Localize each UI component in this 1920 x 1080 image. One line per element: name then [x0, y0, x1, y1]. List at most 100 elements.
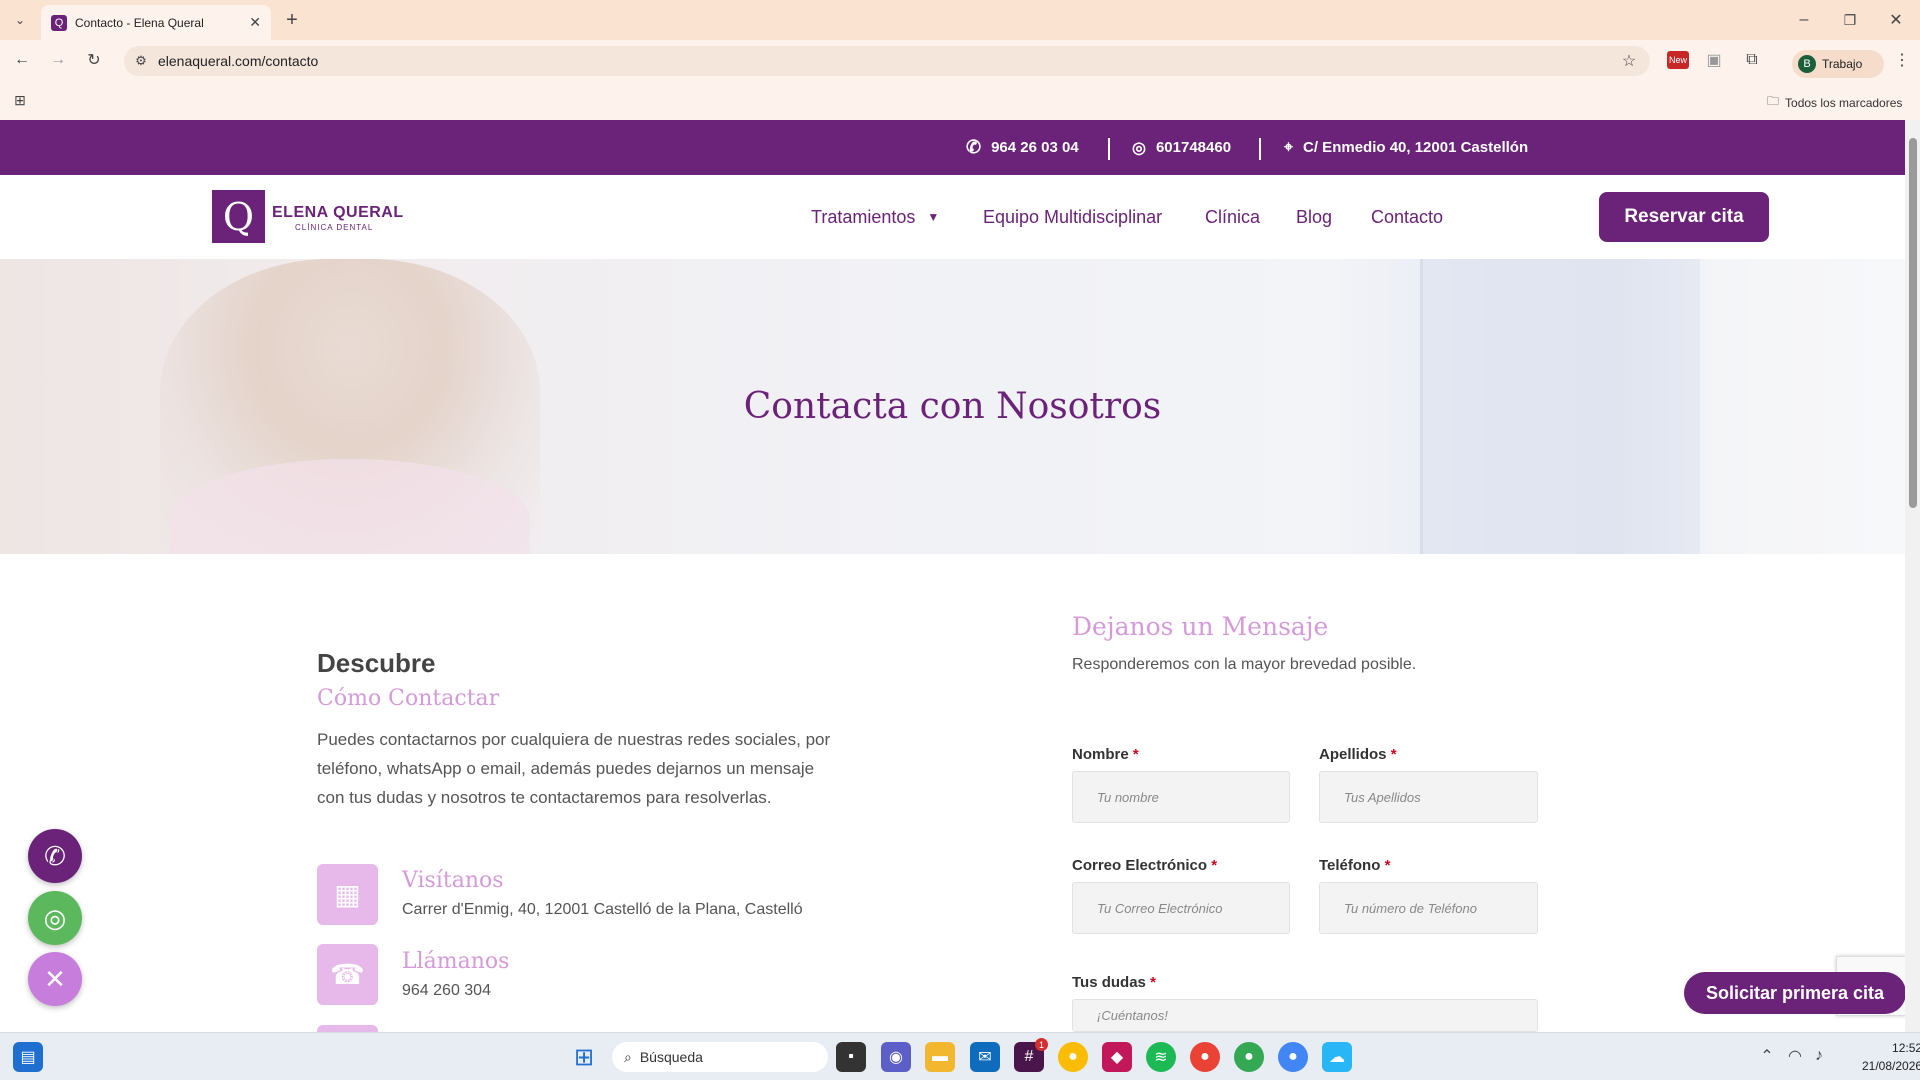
start-icon[interactable]: ⊞ — [569, 1042, 599, 1072]
wifi-icon[interactable]: ◠ — [1784, 1045, 1806, 1067]
browser-tab[interactable]: Q Contacto - Elena Queral ✕ — [41, 5, 271, 40]
site-header: Q ELENA QUERAL CLÍNICA DENTAL Tratamient… — [0, 175, 1905, 259]
close-window-icon[interactable]: ✕ — [1884, 8, 1908, 32]
slack-icon[interactable]: #1 — [1014, 1038, 1048, 1072]
reserve-button[interactable]: Reservar cita — [1599, 192, 1769, 242]
nav-blog[interactable]: Blog — [1296, 175, 1332, 259]
chrome-icon[interactable]: ● — [1058, 1042, 1088, 1072]
page-title: Contacta con Nosotros — [743, 386, 1162, 427]
nav-equipo[interactable]: Equipo Multidisciplinar — [983, 175, 1162, 259]
email-input[interactable] — [1072, 882, 1290, 934]
section-subtitle: Cómo Contactar — [317, 686, 500, 711]
clock-time: 12:52 — [1892, 1041, 1920, 1055]
url-text: elenaqueral.com/contacto — [158, 53, 319, 69]
restore-icon[interactable]: ❐ — [1838, 8, 1862, 32]
new-tab-icon[interactable]: + — [280, 8, 304, 32]
caret-down-icon: ▼ — [927, 210, 940, 224]
top-phone[interactable]: ✆ 964 26 03 04 — [966, 120, 1079, 175]
browser-tab-bar: ⌄ Q Contacto - Elena Queral ✕ + – ❐ ✕ — [0, 0, 1920, 40]
first-appointment-button[interactable]: Solicitar primera cita — [1684, 972, 1906, 1014]
divider — [1108, 138, 1110, 160]
contact-top-bar: ✆ 964 26 03 04 ◎ 601748460 ⌖ C/ Enmedio … — [0, 120, 1905, 175]
tray-chevron-icon[interactable]: ⌃ — [1756, 1045, 1778, 1067]
top-phone-text: 964 26 03 04 — [991, 139, 1079, 156]
chrome-profile-icon[interactable]: ● — [1190, 1042, 1220, 1072]
section-title: Descubre — [317, 648, 436, 678]
tab-title: Contacto - Elena Queral — [75, 15, 204, 30]
close-float-button[interactable]: ✕ — [28, 952, 82, 1006]
whatsapp-float-button[interactable]: ◎ — [28, 891, 82, 945]
reload-icon[interactable]: ↻ — [82, 48, 106, 72]
file-explorer-icon[interactable]: ▬ — [925, 1042, 955, 1072]
whatsapp-icon: ◎ — [1132, 139, 1146, 157]
search-placeholder: Búsqueda — [639, 1049, 703, 1065]
address-bar[interactable]: ⚙ elenaqueral.com/contacto ☆ — [124, 46, 1650, 76]
bookmark-star-icon[interactable]: ☆ — [1618, 50, 1640, 72]
nav-tratamientos[interactable]: Tratamientos ▼ — [811, 175, 939, 259]
bookmarks-label: Todos los marcadores — [1785, 95, 1903, 110]
spotify-icon[interactable]: ≋ — [1146, 1042, 1176, 1072]
label-dudas: Tus dudas * — [1072, 974, 1156, 991]
teams-icon[interactable]: ◉ — [881, 1042, 911, 1072]
menu-kebab-icon[interactable]: ⋮ — [1892, 48, 1912, 72]
taskbar-search[interactable]: ⌕ Búsqueda — [612, 1042, 828, 1072]
clock-date: 21/08/2026 — [1862, 1059, 1920, 1073]
favicon-icon: Q — [51, 14, 67, 31]
widgets-icon[interactable]: ▤ — [13, 1042, 43, 1072]
chrome-alt2-icon[interactable]: ● — [1278, 1042, 1308, 1072]
dudas-textarea[interactable] — [1072, 999, 1538, 1032]
visit-address: Carrer d'Enmig, 40, 12001 Castelló de la… — [402, 901, 803, 918]
location-pin-icon: ⌖ — [1284, 138, 1294, 156]
forward-icon[interactable]: → — [46, 48, 70, 72]
clock[interactable]: 12:52 21/08/2026 — [1862, 1039, 1920, 1075]
telefono-input[interactable] — [1319, 882, 1538, 934]
top-whatsapp[interactable]: ◎ 601748460 — [1132, 120, 1231, 175]
scrollbar-thumb[interactable] — [1909, 138, 1917, 508]
extensions-puzzle-icon[interactable]: ⧉ — [1740, 48, 1764, 72]
chrome-alt-icon[interactable]: ● — [1234, 1042, 1264, 1072]
volume-icon[interactable]: ♪ — [1808, 1045, 1830, 1067]
profile-label: Trabajo — [1822, 57, 1863, 71]
logo-mark: Q — [212, 190, 265, 243]
nav-contacto[interactable]: Contacto — [1371, 175, 1443, 259]
profile-button[interactable]: B Trabajo — [1792, 50, 1884, 78]
top-address[interactable]: ⌖ C/ Enmedio 40, 12001 Castellón — [1284, 120, 1528, 175]
logo-subtitle: CLÍNICA DENTAL — [295, 223, 374, 232]
browser-toolbar: ← → ↻ ⚙ elenaqueral.com/contacto ☆ New ▣… — [0, 40, 1920, 80]
hero-banner: Contacta con Nosotros — [0, 259, 1905, 554]
bookmarks-bar: ⊞ 🗀 Todos los marcadores — [0, 80, 1920, 120]
all-bookmarks[interactable]: 🗀 Todos los marcadores — [1767, 92, 1902, 113]
app-icon[interactable]: ◆ — [1102, 1042, 1132, 1072]
site-info-icon[interactable]: ⚙ — [132, 52, 150, 70]
call-title: Llámanos — [402, 949, 510, 974]
apps-grid-icon[interactable]: ⊞ — [8, 88, 32, 112]
tab-list-icon[interactable]: ⌄ — [8, 8, 32, 32]
apellidos-input[interactable] — [1319, 771, 1538, 823]
weather-app-icon[interactable]: ☁ — [1322, 1042, 1352, 1072]
next-info-icon — [317, 1025, 378, 1032]
close-tab-icon[interactable]: ✕ — [249, 14, 261, 31]
extension-new-icon[interactable]: New — [1664, 46, 1692, 74]
back-icon[interactable]: ← — [10, 48, 34, 72]
page-scrollbar[interactable] — [1905, 120, 1920, 1032]
call-float-button[interactable]: ✆ — [28, 829, 82, 883]
label-telefono: Teléfono * — [1319, 857, 1391, 874]
nav-label: Tratamientos — [811, 206, 916, 227]
nombre-input[interactable] — [1072, 771, 1290, 823]
form-subtitle: Responderemos con la mayor brevedad posi… — [1072, 656, 1417, 673]
extension-icon[interactable]: ▣ — [1702, 48, 1726, 72]
outlook-icon[interactable]: ✉ — [970, 1042, 1000, 1072]
minimize-icon[interactable]: – — [1792, 8, 1816, 32]
call-number: 964 260 304 — [402, 982, 491, 999]
label-apellidos: Apellidos * — [1319, 746, 1397, 763]
task-view-icon[interactable]: ▪ — [836, 1042, 866, 1072]
label-email: Correo Electrónico * — [1072, 857, 1218, 874]
label-nombre: Nombre * — [1072, 746, 1139, 763]
logo-name: ELENA QUERAL — [272, 204, 404, 221]
windows-taskbar: ▤ ⊞ ⌕ Búsqueda ▪ ◉ ▬ ✉ #1 ● ◆ ≋ ● ● ● ☁ … — [0, 1032, 1920, 1080]
folder-icon: 🗀 — [1767, 94, 1780, 108]
divider — [1259, 138, 1261, 160]
phone-icon: ✆ — [966, 137, 982, 157]
nav-clinica[interactable]: Clínica — [1205, 175, 1260, 259]
phone-icon: ☎ — [317, 944, 378, 1005]
